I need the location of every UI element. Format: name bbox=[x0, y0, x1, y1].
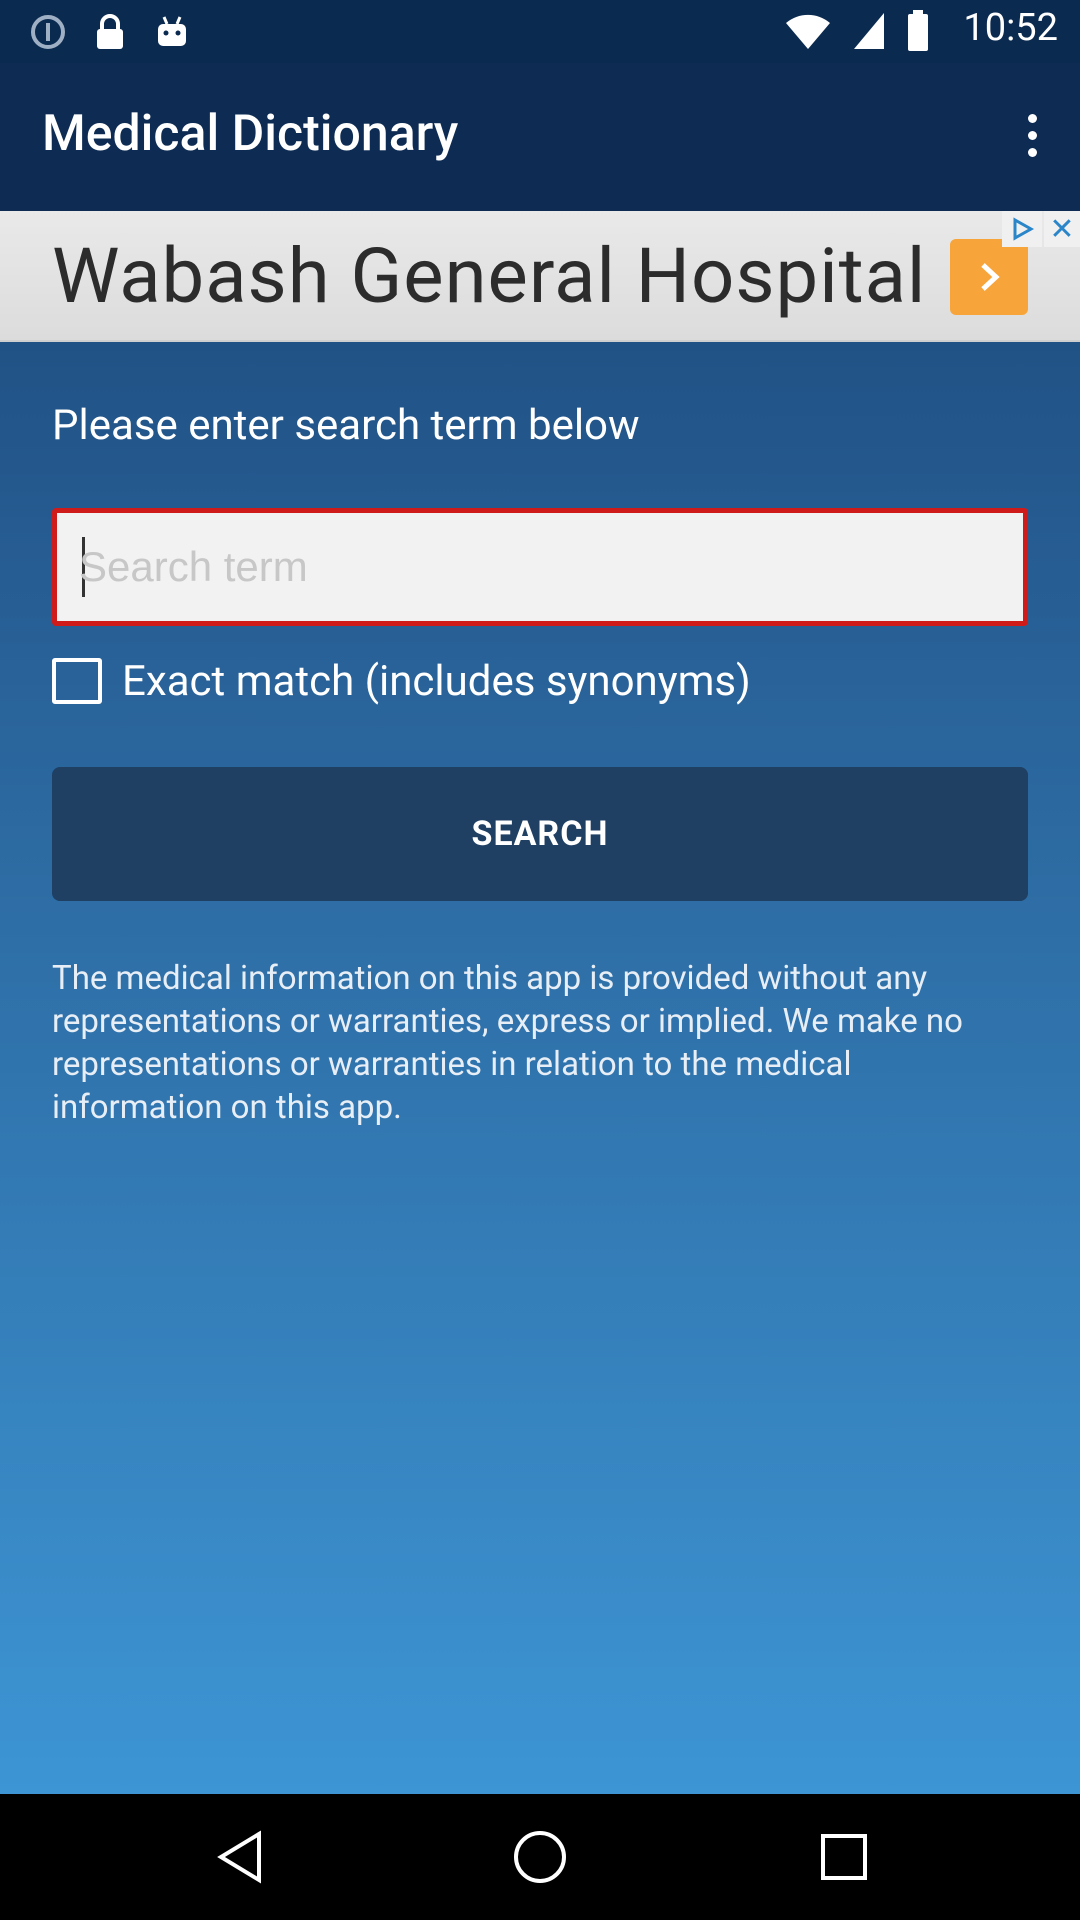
signal-icon bbox=[852, 11, 886, 55]
search-button[interactable]: SEARCH bbox=[52, 767, 1028, 901]
chevron-right-icon[interactable] bbox=[950, 239, 1028, 315]
app-bar: Medical Dictionary bbox=[0, 63, 1080, 211]
close-icon[interactable]: ✕ bbox=[1044, 211, 1080, 247]
app-title: Medical Dictionary bbox=[42, 105, 459, 163]
info-icon bbox=[28, 12, 68, 52]
ad-choices-icon[interactable] bbox=[1002, 211, 1042, 247]
recents-icon[interactable] bbox=[814, 1827, 874, 1887]
home-icon[interactable] bbox=[510, 1827, 570, 1887]
more-vert-icon[interactable] bbox=[1008, 103, 1056, 167]
navigation-bar bbox=[0, 1794, 1080, 1920]
main-content: Wabash General Hospital ✕ Please enter s… bbox=[0, 211, 1080, 1794]
search-field[interactable] bbox=[52, 508, 1028, 626]
ad-banner[interactable]: Wabash General Hospital ✕ bbox=[0, 211, 1080, 342]
status-time: 10:52 bbox=[963, 6, 1058, 50]
exact-match-checkbox[interactable] bbox=[52, 658, 102, 704]
wifi-icon bbox=[784, 11, 832, 55]
back-icon[interactable] bbox=[210, 1827, 270, 1887]
status-bar: 10:52 bbox=[0, 0, 1080, 63]
lock-icon bbox=[90, 12, 130, 52]
battery-icon bbox=[906, 10, 930, 56]
ad-text[interactable]: Wabash General Hospital bbox=[52, 231, 926, 321]
exact-match-row[interactable]: Exact match (includes synonyms) bbox=[52, 651, 751, 711]
exact-match-label[interactable]: Exact match (includes synonyms) bbox=[122, 657, 751, 706]
disclaimer-text: The medical information on this app is p… bbox=[52, 959, 963, 1127]
android-icon bbox=[152, 12, 192, 52]
search-prompt: Please enter search term below bbox=[52, 401, 640, 450]
search-input[interactable] bbox=[79, 513, 1009, 621]
